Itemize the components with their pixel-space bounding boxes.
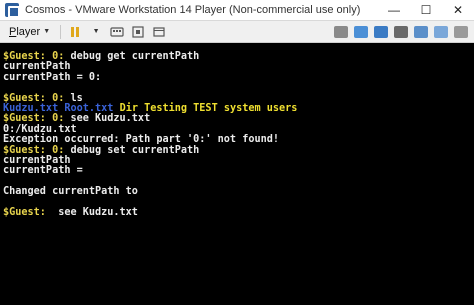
console-command: debug get currentPath xyxy=(70,51,200,62)
window-title: Cosmos - VMware Workstation 14 Player (N… xyxy=(25,4,361,16)
console-line: Changed currentPath to xyxy=(3,186,138,198)
fullscreen-icon[interactable] xyxy=(131,25,145,39)
device-status-icons xyxy=(328,25,474,38)
cd-dvd-icon[interactable] xyxy=(354,25,368,38)
display-icon[interactable] xyxy=(434,25,448,38)
console-line-current-input: $Guest: see Kudzu.txt xyxy=(3,206,474,218)
console-line: currentPath = 0: xyxy=(3,71,102,83)
chevron-down-icon: ▼ xyxy=(43,28,51,35)
file-entry: Root.txt xyxy=(64,102,114,114)
window-titlebar: Cosmos - VMware Workstation 14 Player (N… xyxy=(0,0,474,21)
console-line: currentPath = xyxy=(3,165,83,177)
pause-dropdown-icon[interactable]: ▼ xyxy=(89,25,103,39)
usb-controller-icon[interactable] xyxy=(394,25,408,38)
player-menu-mnemonic: P xyxy=(9,25,17,38)
console-line: $Guest: 0: debug set currentPath xyxy=(3,144,474,156)
console-prompt: $Guest: 0: xyxy=(3,144,71,156)
sound-card-icon[interactable] xyxy=(414,25,428,38)
window-controls: — ☐ ✕ xyxy=(378,0,474,21)
console-command: ls xyxy=(70,92,83,104)
hard-disk-icon[interactable] xyxy=(334,25,348,38)
console-command: debug set currentPath xyxy=(70,144,200,156)
console-prompt: $Guest: 0: xyxy=(3,51,71,62)
unity-icon[interactable] xyxy=(152,25,166,39)
file-entry: Kudzu.txt xyxy=(3,102,59,114)
close-button[interactable]: ✕ xyxy=(442,0,474,21)
console-command: see Kudzu.txt xyxy=(70,113,151,125)
directory-entries: Dir Testing TEST system users xyxy=(119,102,298,114)
pause-icon[interactable] xyxy=(68,25,82,39)
console-line: $Guest: 0: debug get currentPath xyxy=(3,51,474,62)
guest-console-screen[interactable]: $Guest: 0: debug get currentPath current… xyxy=(0,43,474,305)
console-prompt: $Guest: 0: xyxy=(3,92,71,104)
player-menu-button[interactable]: Player ▼ xyxy=(6,26,53,38)
vmware-app-icon xyxy=(5,3,20,18)
console-input-text: see Kudzu.txt xyxy=(52,206,138,218)
network-adapter-icon[interactable] xyxy=(374,25,388,38)
toolbar-separator xyxy=(60,24,62,39)
player-toolbar: Player ▼ ▼ xyxy=(0,21,474,43)
minimize-button[interactable]: — xyxy=(378,0,410,21)
send-ctrl-alt-del-icon[interactable] xyxy=(110,25,124,39)
console-prompt: $Guest: xyxy=(3,206,53,218)
maximize-button[interactable]: ☐ xyxy=(410,0,442,21)
console-prompt: $Guest: 0: xyxy=(3,113,71,125)
printer-icon[interactable] xyxy=(454,25,468,38)
player-menu-label: layer xyxy=(16,25,41,38)
